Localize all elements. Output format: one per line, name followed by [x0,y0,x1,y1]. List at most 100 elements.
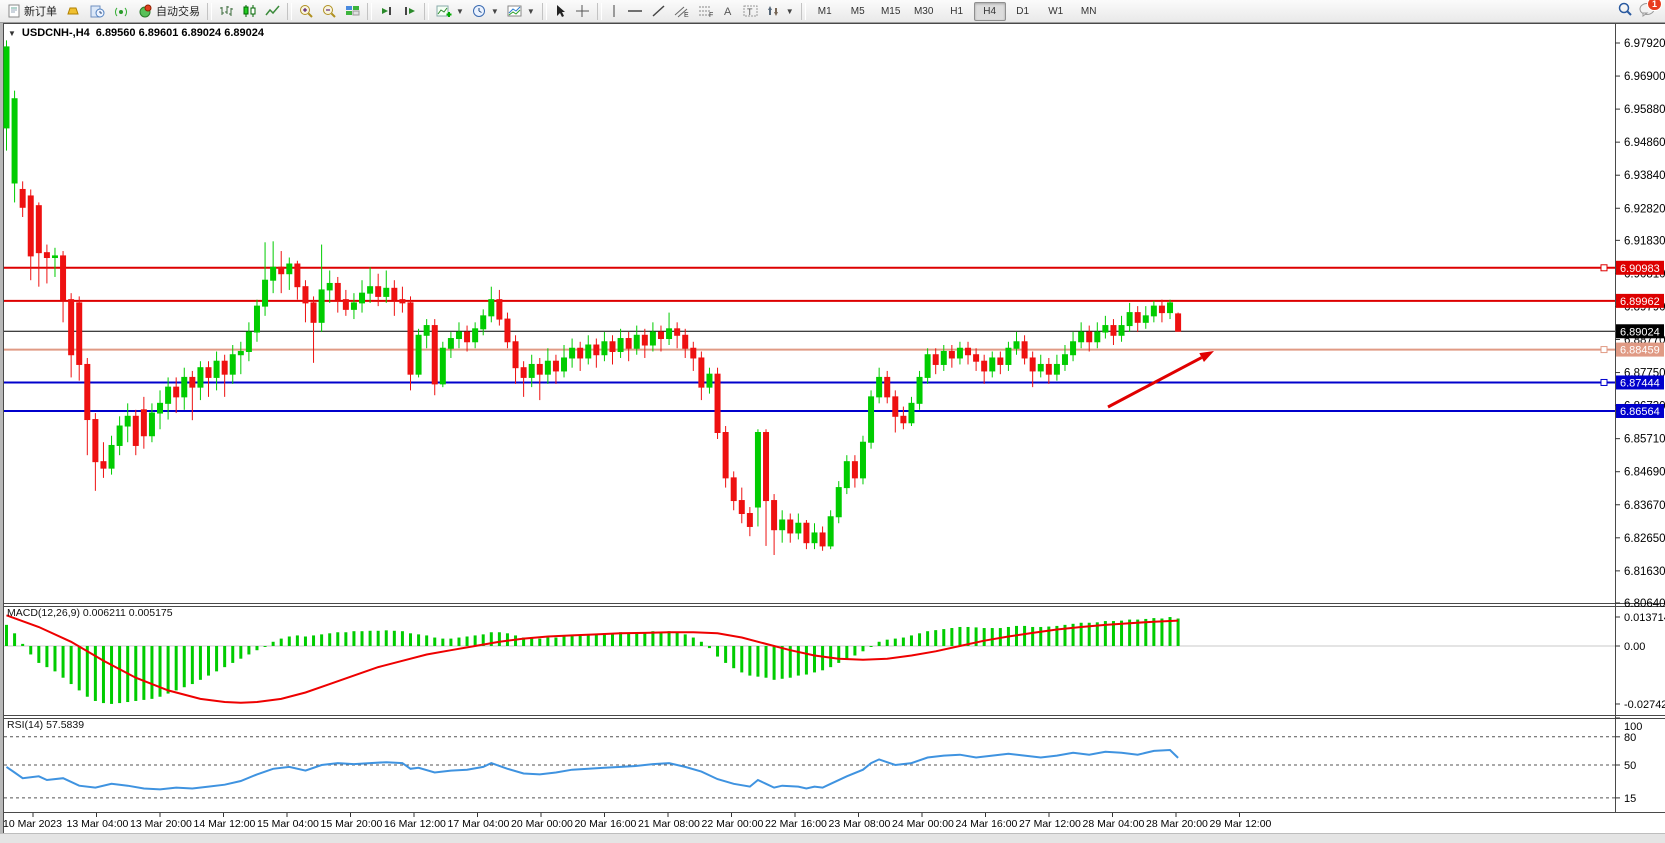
trendline-button[interactable] [647,1,670,22]
fibonacci-icon: F [698,4,714,18]
svg-text:10 Mar 2023: 10 Mar 2023 [3,818,62,830]
svg-text:13 Mar 04:00: 13 Mar 04:00 [67,818,129,830]
timeframe-button-h1[interactable]: H1 [941,2,973,21]
signals-button[interactable] [109,1,133,22]
cursor-button[interactable] [550,1,571,22]
svg-text:21 Mar 08:00: 21 Mar 08:00 [638,818,700,830]
timeframe-button-m15[interactable]: M15 [875,2,907,21]
periods-button[interactable]: ▼ [468,1,503,22]
svg-text:-0.027426: -0.027426 [1624,699,1665,711]
horizontal-line-icon [627,4,643,18]
timeframe-button-m1[interactable]: M1 [809,2,841,21]
bar-chart-button[interactable] [215,1,238,22]
svg-text:28 Mar 04:00: 28 Mar 04:00 [1083,818,1145,830]
candlestick-chart-button[interactable] [238,1,261,22]
toolbar-separator [597,3,602,20]
chevron-down-icon: ▼ [786,7,794,16]
chevron-down-icon: ▼ [527,7,535,16]
templates-button[interactable]: ▼ [503,1,539,22]
chevron-down-icon: ▼ [491,7,499,16]
auto-trading-label: 自动交易 [156,3,200,19]
svg-text:14 Mar 12:00: 14 Mar 12:00 [194,818,256,830]
chart-title: ▼ USDCNH-,H4 6.89560 6.89601 6.89024 6.8… [8,27,264,39]
crosshair-button[interactable] [571,1,594,22]
tile-windows-button[interactable] [341,1,364,22]
chart-dropdown-icon[interactable]: ▼ [8,29,16,38]
clock-icon [472,4,487,18]
auto-trading-button[interactable]: 自动交易 [133,1,204,22]
svg-text:28 Mar 20:00: 28 Mar 20:00 [1146,818,1208,830]
search-icon[interactable] [1617,1,1633,22]
timeframe-button-d1[interactable]: D1 [1007,2,1039,21]
svg-text:22 Mar 00:00: 22 Mar 00:00 [702,818,764,830]
svg-text:27 Mar 12:00: 27 Mar 12:00 [1019,818,1081,830]
template-icon [507,4,523,18]
equidistant-channel-button[interactable]: E [670,1,694,22]
rsi-indicator-label: RSI(14) 57.5839 [7,719,84,731]
zoom-out-button[interactable] [318,1,341,22]
chart-shift-button[interactable] [398,1,421,22]
timeframe-button-h4[interactable]: H4 [974,2,1006,21]
svg-text:23 Mar 08:00: 23 Mar 08:00 [829,818,891,830]
toolbar-separator [542,3,547,20]
timeframe-button-m5[interactable]: M5 [842,2,874,21]
fibonacci-button[interactable]: F [694,1,718,22]
arrows-button[interactable]: ▼ [763,1,798,22]
history-center-button[interactable] [85,1,109,22]
chart-area: 6.979206.969006.958806.948606.938406.928… [0,0,1665,842]
text-icon: A [722,4,735,18]
notification-badge: 1 [1647,0,1662,11]
auto-scroll-button[interactable] [375,1,398,22]
line-chart-button[interactable] [261,1,284,22]
svg-text:6.86564: 6.86564 [1620,406,1660,418]
svg-text:17 Mar 04:00: 17 Mar 04:00 [448,818,510,830]
svg-text:6.89962: 6.89962 [1620,296,1660,308]
vertical-line-icon [609,4,619,18]
toolbar-separator [367,3,372,20]
svg-text:6.97920: 6.97920 [1624,38,1665,50]
svg-text:6.80640: 6.80640 [1624,598,1665,610]
chart-shift-icon [402,4,417,18]
timeframe-button-mn[interactable]: MN [1073,2,1105,21]
gold-button[interactable] [61,1,85,22]
toolbar-right: 1 [1617,1,1662,22]
timeframe-button-w1[interactable]: W1 [1040,2,1072,21]
svg-text:6.84690: 6.84690 [1624,467,1665,479]
indicators-icon [436,4,452,18]
line-chart-icon [265,4,280,18]
svg-text:0.00: 0.00 [1624,641,1645,653]
toolbar: 新订单 自动交易 ▼ ▼ ▼ [0,0,1665,23]
bar-chart-icon [219,4,234,18]
zoom-in-button[interactable] [295,1,318,22]
svg-text:F: F [709,12,713,18]
macd-values: 0.006211 0.005175 [83,607,173,619]
new-order-button[interactable]: 新订单 [3,1,61,22]
notifications-button[interactable]: 1 [1639,1,1656,22]
text-label-button[interactable]: T [739,1,763,22]
text-button[interactable]: A [718,1,739,22]
svg-text:24 Mar 00:00: 24 Mar 00:00 [892,818,954,830]
svg-text:6.88459: 6.88459 [1620,345,1660,357]
macd-name: MACD(12,26,9) [7,607,80,619]
new-order-icon [7,4,21,18]
chart-symbol-period: USDCNH-,H4 [22,27,90,39]
text-label-icon: T [743,4,759,18]
vertical-line-button[interactable] [605,1,623,22]
timeframe-toolbar: M1M5M15M30H1H4D1W1MN [809,2,1105,21]
horizontal-line-button[interactable] [623,1,647,22]
svg-text:6.85710: 6.85710 [1624,434,1665,446]
new-order-label: 新订单 [24,3,57,19]
toolbar-separator [424,3,429,20]
toolbar-separator [207,3,212,20]
svg-text:16 Mar 12:00: 16 Mar 12:00 [384,818,446,830]
toolbar-separator [801,3,806,20]
chart-ohlc-values: 6.89560 6.89601 6.89024 6.89024 [96,27,264,39]
svg-text:15 Mar 20:00: 15 Mar 20:00 [321,818,383,830]
rsi-value: 57.5839 [46,719,84,731]
indicators-button[interactable]: ▼ [432,1,468,22]
channel-icon: E [674,4,690,18]
svg-text:15 Mar 04:00: 15 Mar 04:00 [257,818,319,830]
svg-text:6.92820: 6.92820 [1624,203,1665,215]
svg-text:6.82650: 6.82650 [1624,533,1665,545]
timeframe-button-m30[interactable]: M30 [908,2,940,21]
